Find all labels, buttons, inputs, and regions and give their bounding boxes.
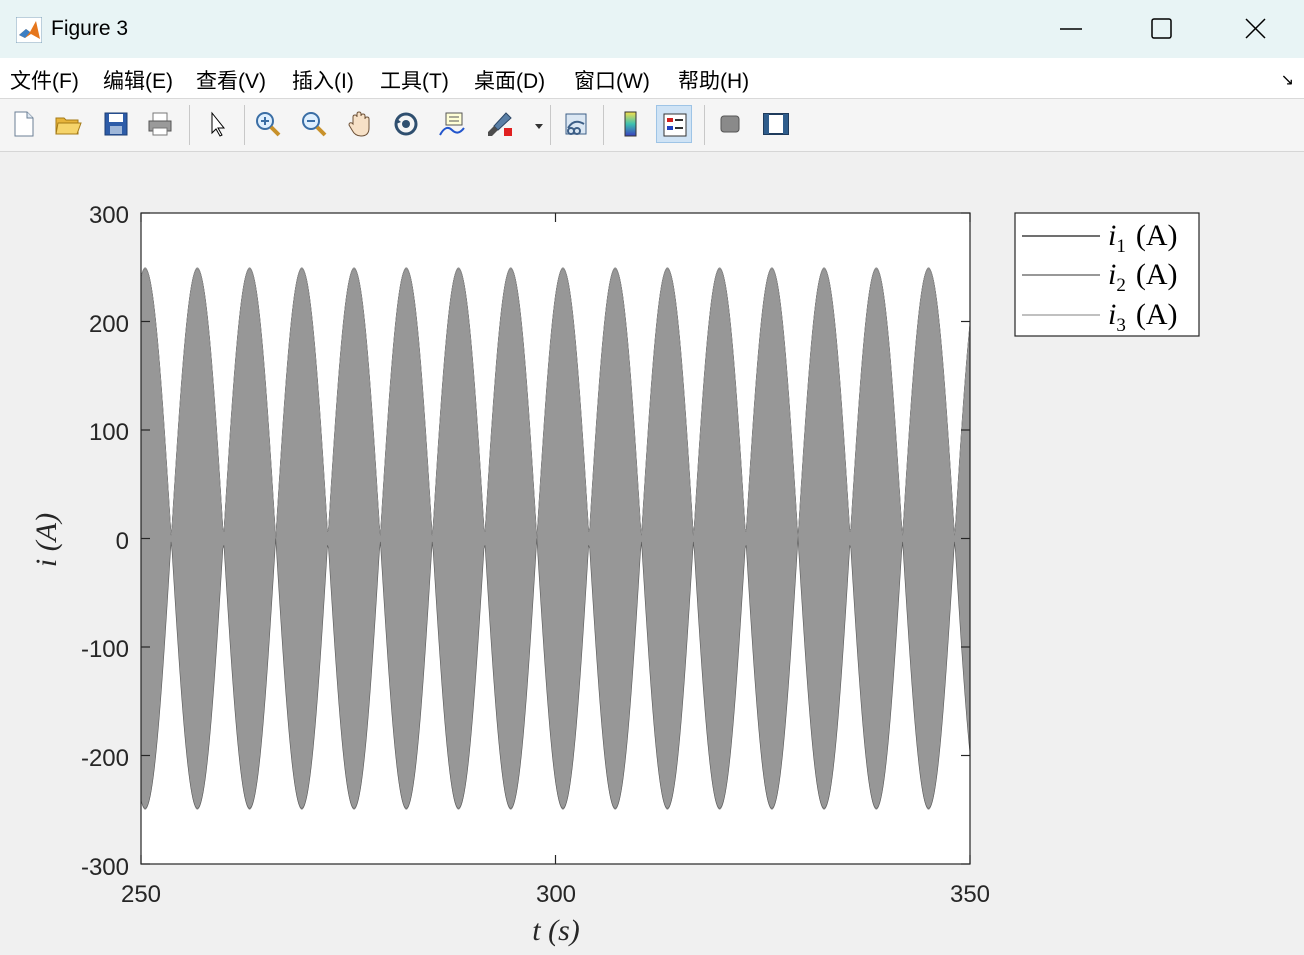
toolbar-separator (244, 105, 245, 145)
window-title: Figure 3 (51, 17, 129, 40)
x-tick-label: 250 (121, 881, 161, 908)
toolbar-separator (704, 105, 705, 145)
matlab-logo-icon (16, 17, 42, 43)
zoom-out-icon[interactable] (296, 105, 332, 143)
new-figure-icon[interactable] (6, 105, 42, 143)
print-icon[interactable] (142, 105, 178, 143)
insert-colorbar-icon[interactable] (612, 105, 648, 143)
y-tick-label: 0 (116, 528, 129, 555)
y-tick-label: 300 (89, 202, 129, 229)
rotate-3d-icon[interactable] (388, 105, 424, 143)
x-axis-label: t (s) (532, 914, 580, 947)
maximize-button[interactable] (1117, 0, 1207, 58)
toolbar-separator (189, 105, 190, 145)
pan-hand-icon[interactable] (342, 105, 378, 143)
menu-file[interactable]: 文件(F) (10, 65, 79, 95)
toolbar-separator (550, 105, 551, 145)
data-cursor-icon[interactable] (434, 105, 470, 143)
insert-legend-icon[interactable] (656, 105, 692, 143)
menu-window[interactable]: 窗口(W) (574, 65, 650, 95)
brush-dropdown-icon[interactable] (528, 105, 546, 143)
zoom-in-icon[interactable] (250, 105, 286, 143)
brush-icon[interactable] (482, 105, 518, 143)
x-tick-label: 300 (536, 881, 576, 908)
show-plot-tools-icon[interactable] (758, 105, 794, 143)
y-tick-label: 100 (89, 419, 129, 446)
x-tick-label: 350 (950, 881, 990, 908)
menu-tools[interactable]: 工具(T) (380, 65, 449, 95)
legend[interactable]: i1 (A) i2 (A) i3 (A) (1014, 212, 1200, 337)
link-plot-icon[interactable] (558, 105, 594, 143)
y-tick-label: -100 (81, 636, 129, 663)
open-file-icon[interactable] (50, 105, 86, 143)
y-tick-label: 200 (89, 311, 129, 338)
menu-help[interactable]: 帮助(H) (678, 65, 749, 95)
edit-plot-arrow-icon[interactable] (198, 105, 234, 143)
close-button[interactable] (1210, 0, 1300, 58)
figure-toolbar (0, 99, 1304, 152)
hide-plot-tools-icon[interactable] (712, 105, 748, 143)
toolbar-separator (603, 105, 604, 145)
title-bar: Figure 3 (0, 0, 1304, 58)
y-tick-label: -200 (81, 745, 129, 772)
minimize-button[interactable] (1026, 0, 1116, 58)
figure-canvas: 300 200 100 0 -100 -200 -300 250 300 350… (0, 152, 1304, 955)
menu-insert[interactable]: 插入(I) (292, 65, 354, 95)
dock-arrow-icon[interactable]: ↘ (1281, 70, 1294, 90)
y-tick-label: -300 (81, 854, 129, 881)
menu-desktop[interactable]: 桌面(D) (474, 65, 545, 95)
menu-bar: 文件(F) 编辑(E) 查看(V) 插入(I) 工具(T) 桌面(D) 窗口(W… (0, 58, 1304, 99)
save-icon[interactable] (98, 105, 134, 143)
menu-view[interactable]: 查看(V) (196, 65, 266, 95)
menu-edit[interactable]: 编辑(E) (103, 65, 173, 95)
y-axis-label: i (A) (30, 513, 63, 567)
